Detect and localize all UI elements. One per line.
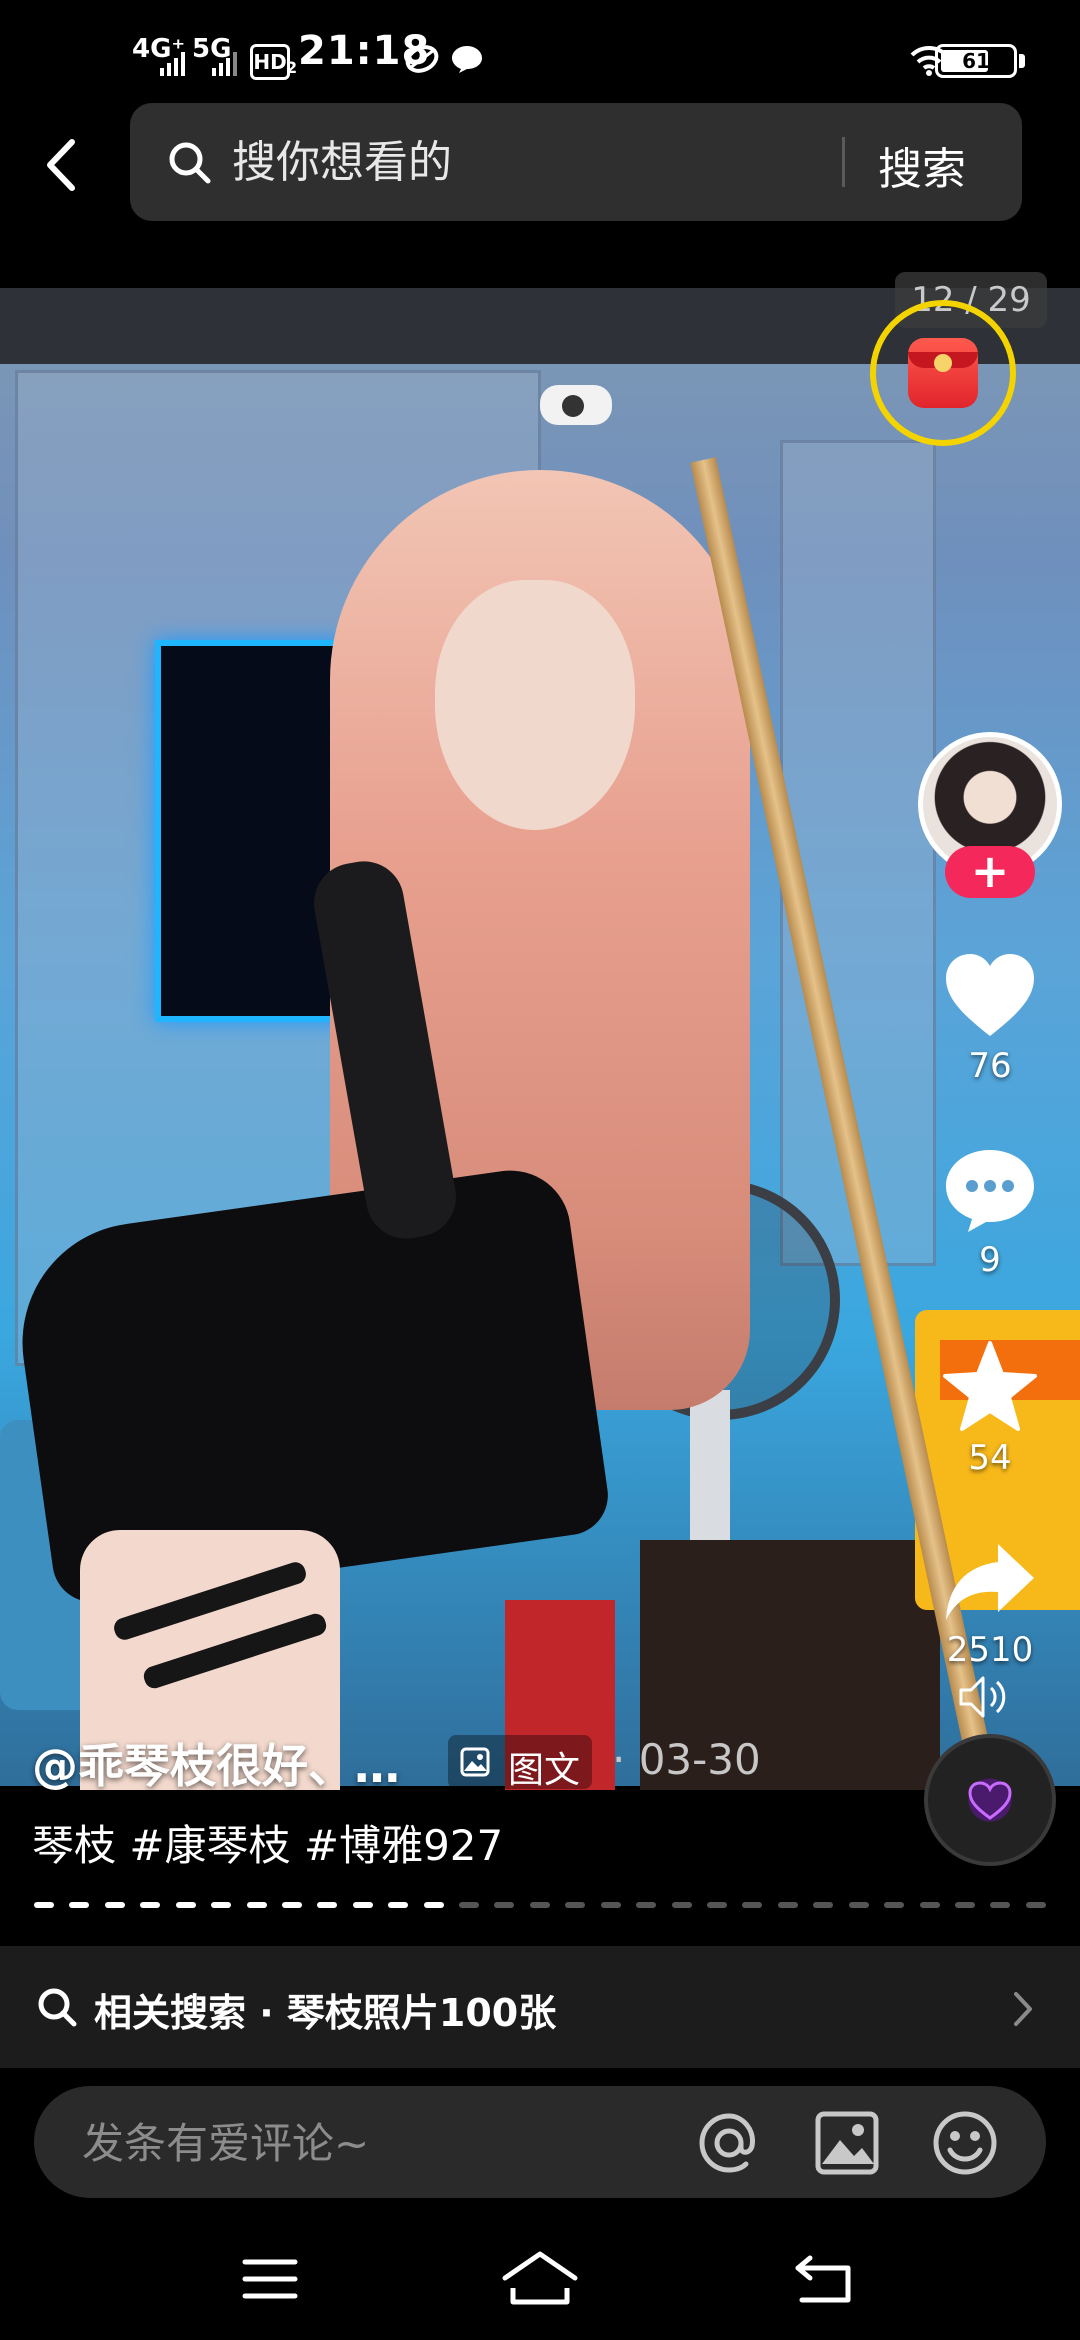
search-input[interactable]: [230, 131, 934, 193]
related-search-label: 相关搜索 · 琴枝照片100张: [94, 1991, 557, 2035]
progress-dash: [813, 1902, 834, 1908]
security-camera-lens: [562, 395, 584, 417]
progress-dash: [317, 1902, 338, 1908]
progress-dash: [707, 1902, 728, 1908]
red-packet-coin: [934, 354, 952, 372]
like-count: 76: [968, 1046, 1012, 1086]
search-divider: [842, 137, 845, 187]
emoji-icon[interactable]: [930, 2108, 1000, 2178]
progress-dash: [529, 1902, 550, 1908]
progress-dash: [34, 1902, 54, 1908]
post-type-label: 图文: [508, 1750, 581, 1791]
progress-dash: [848, 1902, 869, 1908]
comment-button[interactable]: 9: [930, 1146, 1050, 1280]
like-button[interactable]: 76: [930, 952, 1050, 1086]
related-search-bar[interactable]: 相关搜索 · 琴枝照片100张: [0, 1946, 1080, 2068]
progress-dash: [140, 1902, 161, 1908]
search-bar: 搜索: [130, 103, 1022, 221]
music-disc-icon[interactable]: [924, 1734, 1056, 1866]
comment-count: 9: [979, 1240, 1001, 1280]
hd-voice-icon: HD: [250, 44, 290, 80]
post-type-badge: 图文: [448, 1735, 592, 1791]
progress-dash: [636, 1902, 657, 1908]
status-bar: 4G⁺ 5G HD 2 21:18 61: [0, 0, 1080, 110]
battery-icon: 61: [935, 44, 1017, 78]
message-bubble-icon: [452, 46, 482, 73]
progress-dash: [884, 1902, 905, 1908]
home-icon[interactable]: [495, 2244, 585, 2314]
battery-level: 61: [962, 49, 990, 73]
share-button[interactable]: 2510: [930, 1540, 1050, 1670]
progress-dash: [990, 1902, 1011, 1908]
hd-voice-sub: 2: [286, 58, 298, 77]
progress-dash: [954, 1902, 975, 1908]
chevron-right-icon: [1014, 1992, 1032, 2026]
comment-bar: [34, 2086, 1046, 2198]
app-leaf-icon: [405, 45, 439, 73]
progress-dash: [352, 1902, 373, 1908]
progress-dash: [423, 1902, 444, 1908]
progress-dash: [919, 1902, 940, 1908]
progress-dash: [211, 1902, 232, 1908]
author-name[interactable]: @乖琴枝很好、…: [32, 1730, 400, 1796]
progress-dash: [175, 1902, 196, 1908]
at-icon[interactable]: [694, 2108, 764, 2178]
red-packet-button[interactable]: [870, 300, 1016, 446]
progress-dash: [459, 1902, 480, 1908]
comment-icon: [946, 1150, 1034, 1232]
system-nav-bar: [0, 2220, 1080, 2340]
progress-dash: [1025, 1902, 1046, 1908]
progress-dash: [246, 1902, 267, 1908]
person-face: [435, 580, 635, 830]
battery-nub: [1019, 54, 1025, 68]
return-icon[interactable]: [780, 2244, 870, 2314]
favorite-button[interactable]: 54: [930, 1340, 1050, 1478]
progress-dash: [69, 1902, 90, 1908]
page-progress: [34, 1902, 1046, 1908]
progress-dash: [104, 1902, 125, 1908]
image-icon: [460, 1747, 490, 1777]
search-icon: [38, 1988, 77, 2027]
post-hashtags[interactable]: 琴枝 #康琴枝 #博雅927: [32, 1812, 503, 1873]
follow-button[interactable]: +: [945, 846, 1035, 898]
progress-dash: [388, 1902, 409, 1908]
progress-dash: [565, 1902, 586, 1908]
back-arrow-icon[interactable]: [30, 130, 100, 200]
search-icon: [169, 142, 211, 184]
search-button[interactable]: 搜索: [878, 133, 966, 197]
signal-icon: [160, 52, 185, 76]
image-picker-icon[interactable]: [812, 2108, 882, 2178]
menu-icon[interactable]: [225, 2244, 315, 2314]
post-date: · 03-30: [612, 1735, 761, 1784]
star-icon: [943, 1341, 1037, 1431]
progress-dash: [742, 1902, 763, 1908]
progress-dash: [777, 1902, 798, 1908]
signal-icon-2: [212, 52, 237, 76]
favorite-count: 54: [968, 1438, 1012, 1478]
progress-dash: [494, 1902, 515, 1908]
progress-dash: [281, 1902, 302, 1908]
share-count: 2510: [946, 1630, 1034, 1670]
progress-dash: [600, 1902, 621, 1908]
heart-icon: [946, 954, 1034, 1036]
progress-dash: [671, 1902, 692, 1908]
red-packet-icon: [908, 338, 978, 408]
comment-input[interactable]: [80, 2112, 684, 2174]
share-icon: [946, 1544, 1034, 1620]
mute-icon[interactable]: [955, 1672, 1011, 1722]
disc-heart-icon: [968, 1781, 1012, 1820]
